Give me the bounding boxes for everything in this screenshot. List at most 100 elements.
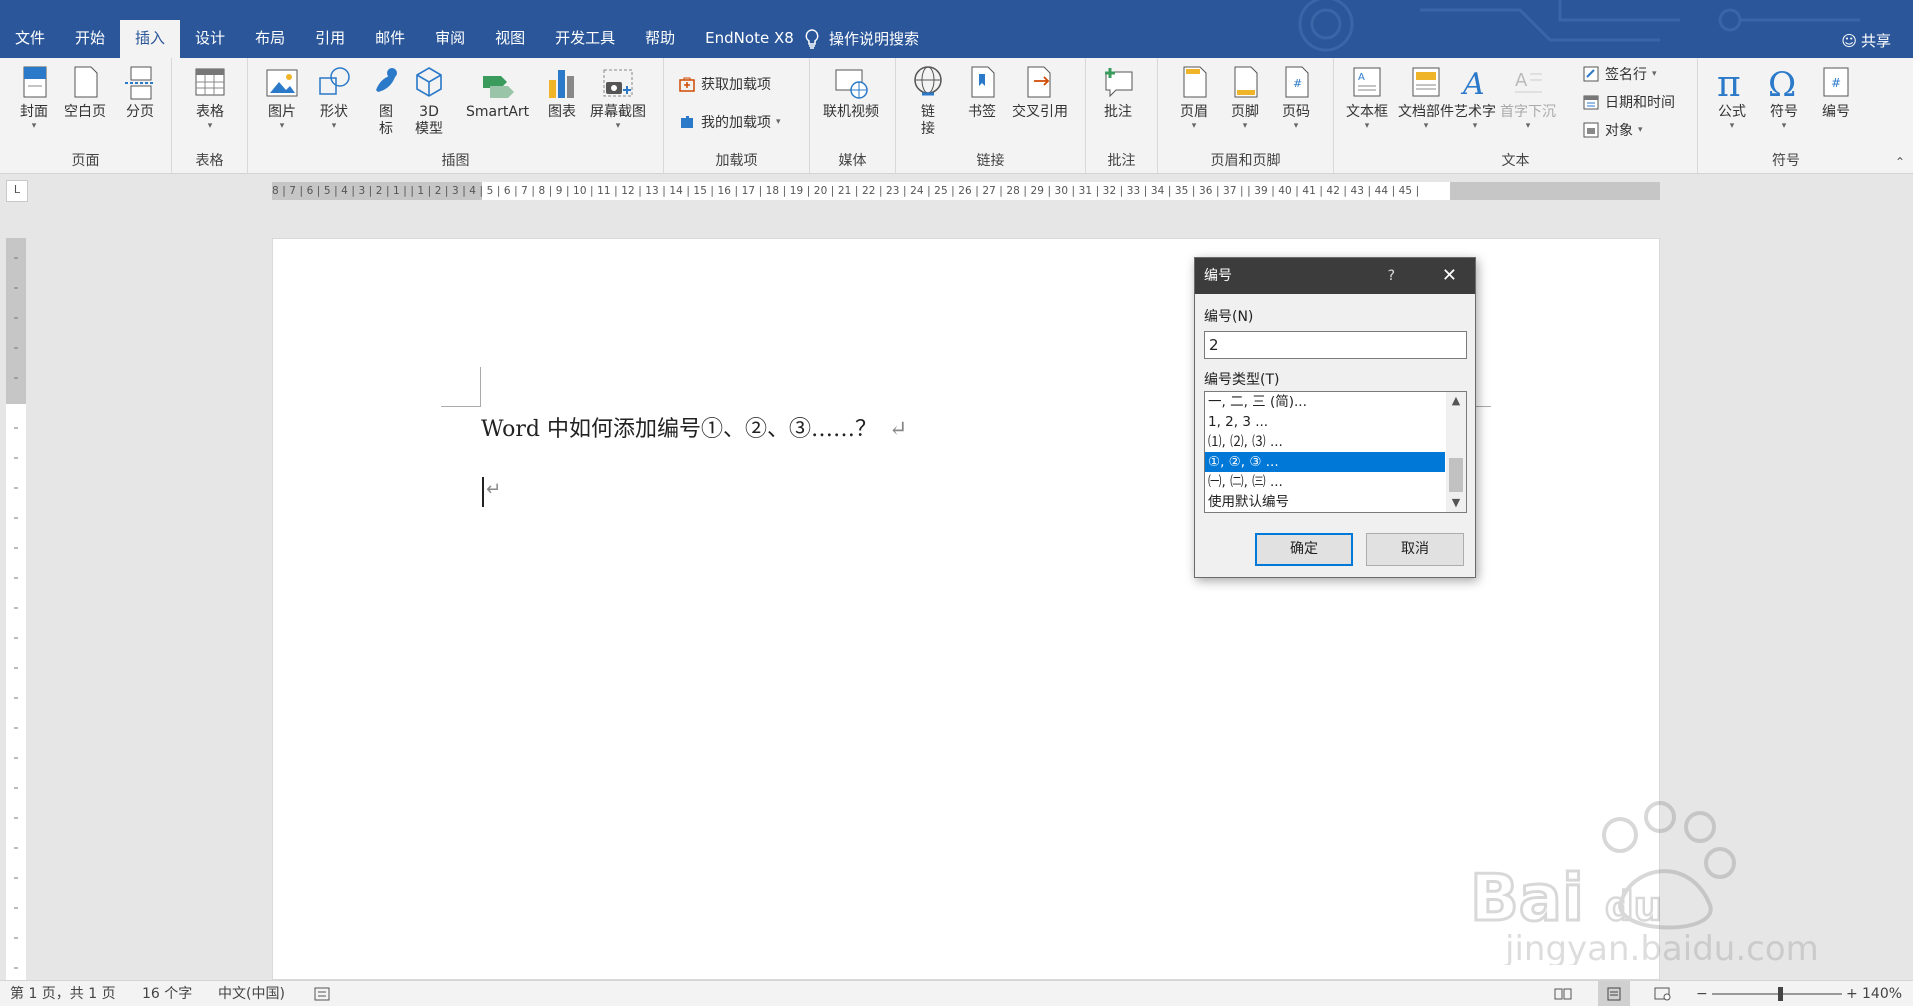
screenshot-label: 屏幕截图 (590, 104, 646, 120)
tab-selector[interactable]: L (6, 180, 28, 202)
number-input[interactable]: 2 (1204, 331, 1467, 359)
page-number-button[interactable]: # 页码 ▾ (1278, 64, 1314, 131)
status-bar: 第 1 页，共 1 页 16 个字 中文(中国) − + 140% (0, 980, 1913, 1006)
number-button[interactable]: # 编号 (1818, 64, 1854, 121)
tab-file[interactable]: 文件 (0, 20, 60, 58)
close-icon[interactable]: ✕ (1442, 258, 1457, 294)
comment-label: 批注 (1104, 104, 1132, 120)
print-layout-icon[interactable] (1598, 981, 1630, 1006)
zoom-in-icon[interactable]: + (1846, 981, 1858, 1006)
list-scrollbar[interactable]: ▲ ▼ (1446, 392, 1466, 512)
signature-icon (1583, 66, 1599, 82)
word-count[interactable]: 16 个字 (142, 981, 192, 1006)
dialog-title: 编号 (1204, 268, 1232, 284)
drop-cap-button[interactable]: A 首字下沉 ▾ (1500, 64, 1556, 131)
addin-puzzle-icon (681, 116, 693, 128)
picture-button[interactable]: 图片 ▾ (264, 64, 300, 131)
bookmark-icon (964, 64, 1000, 102)
smartart-button[interactable]: SmartArt (466, 64, 529, 121)
tab-help[interactable]: 帮助 (630, 20, 690, 58)
bookmark-button[interactable]: 书签 (964, 64, 1000, 121)
ok-button[interactable]: 确定 (1255, 533, 1353, 566)
pi-icon: π (1714, 64, 1750, 105)
quick-parts-button[interactable]: 文档部件 ▾ (1398, 64, 1454, 131)
icons-button[interactable]: 图标 (368, 64, 404, 138)
share-button[interactable]: ☺ 共享 (1841, 30, 1891, 51)
tab-review[interactable]: 审阅 (420, 20, 480, 58)
tab-home[interactable]: 开始 (60, 20, 120, 58)
ribbon: 封面 ▾ 空白页 分页 页面 表格 ▾ 表格 图片 ▾ 形状 ▾ 图标 3D模型… (0, 58, 1913, 174)
tab-view[interactable]: 视图 (480, 20, 540, 58)
list-item[interactable]: 1, 2, 3 ... (1205, 412, 1445, 432)
tab-endnote[interactable]: EndNote X8 (690, 20, 809, 58)
object-button[interactable]: 对象 ▾ (1582, 120, 1643, 140)
web-layout-icon[interactable] (1654, 981, 1672, 1006)
scroll-up-icon[interactable]: ▲ (1446, 392, 1466, 410)
page-count[interactable]: 第 1 页，共 1 页 (10, 981, 116, 1006)
screenshot-button[interactable]: 屏幕截图 ▾ (590, 64, 646, 131)
read-mode-icon[interactable] (1554, 981, 1572, 1006)
zoom-slider-thumb[interactable] (1778, 987, 1783, 1001)
tell-me-search[interactable]: 操作说明搜索 (805, 20, 919, 58)
language-indicator[interactable]: 中文(中国) (218, 981, 285, 1006)
collapse-ribbon-icon[interactable]: ⌃ (1895, 155, 1905, 169)
group-label-comments: 批注 (1107, 153, 1136, 169)
tab-developer[interactable]: 开发工具 (540, 20, 630, 58)
scroll-thumb[interactable] (1449, 458, 1463, 492)
page-break-button[interactable]: 分页 (122, 64, 158, 121)
group-label-tables: 表格 (195, 153, 224, 169)
cover-page-button[interactable]: 封面 ▾ (16, 64, 52, 131)
cross-reference-button[interactable]: 交叉引用 (1012, 64, 1068, 121)
list-item[interactable]: 一, 二, 三 (简)... (1205, 392, 1445, 412)
tab-references[interactable]: 引用 (300, 20, 360, 58)
symbol-button[interactable]: Ω 符号 ▾ (1766, 64, 1802, 131)
icons-icon (368, 64, 404, 102)
tab-mailings[interactable]: 邮件 (360, 20, 420, 58)
date-time-button[interactable]: 日期和时间 (1582, 92, 1675, 112)
horizontal-ruler[interactable]: 8 | 7 | 6 | 5 | 4 | 3 | 2 | 1 | | 1 | 2 … (272, 182, 1660, 200)
number-type-list[interactable]: 一, 二, 三 (简)... 1, 2, 3 ... ⑴, ⑵, ⑶ ... ①… (1204, 391, 1467, 513)
object-icon (1583, 122, 1599, 138)
macro-record-icon[interactable] (314, 981, 330, 1006)
tab-layout[interactable]: 布局 (240, 20, 300, 58)
document-text-line[interactable]: Word 中如何添加编号①、②、③……？ ↵ (481, 411, 907, 443)
shapes-button[interactable]: 形状 ▾ (316, 64, 352, 131)
number-field-label: 编号(N) (1204, 309, 1254, 325)
comment-button[interactable]: 批注 (1100, 64, 1136, 121)
online-video-button[interactable]: 联机视频 (823, 64, 879, 121)
signature-line-button[interactable]: 签名行 ▾ (1582, 64, 1657, 84)
list-item[interactable]: 使用默认编号 (1205, 492, 1445, 512)
zoom-level[interactable]: 140% (1862, 981, 1902, 1006)
list-item[interactable]: ㈠, ㈡, ㈢ ... (1205, 472, 1445, 492)
my-addins-button[interactable]: 我的加载项 ▾ (678, 112, 781, 132)
tab-insert[interactable]: 插入 (120, 20, 181, 58)
list-item-selected[interactable]: ①, ②, ③ ... (1205, 452, 1445, 472)
crop-mark-top-left (441, 367, 481, 407)
equation-button[interactable]: π 公式 ▾ (1714, 64, 1750, 131)
table-button[interactable]: 表格 ▾ (192, 64, 228, 131)
svg-text:du: du (1605, 884, 1662, 930)
smartart-label: SmartArt (466, 104, 530, 120)
dialog-title-bar[interactable]: 编号 ? ✕ (1195, 258, 1475, 294)
cancel-button[interactable]: 取消 (1366, 533, 1464, 566)
bookmark-label: 书签 (968, 104, 996, 120)
3d-models-button[interactable]: 3D模型 (411, 64, 447, 138)
table-label: 表格 (196, 104, 224, 120)
blank-page-button[interactable]: 空白页 (64, 64, 106, 121)
vruler-ticks (14, 257, 18, 969)
drop-cap-icon: A (1510, 64, 1546, 102)
help-button[interactable]: ? (1388, 258, 1395, 294)
vertical-ruler[interactable] (6, 238, 26, 980)
zoom-out-icon[interactable]: − (1696, 981, 1708, 1006)
footer-button[interactable]: 页脚 ▾ (1227, 64, 1263, 131)
scroll-down-icon[interactable]: ▼ (1446, 494, 1466, 512)
wordart-button[interactable]: A 艺术字 ▾ (1454, 64, 1496, 131)
link-button[interactable]: 链接 (910, 64, 946, 138)
tab-design[interactable]: 设计 (180, 20, 240, 58)
get-addins-button[interactable]: 获取加载项 (678, 74, 771, 94)
text-box-button[interactable]: A 文本框 ▾ (1346, 64, 1388, 131)
zoom-slider-track[interactable] (1712, 993, 1842, 995)
list-item[interactable]: ⑴, ⑵, ⑶ ... (1205, 432, 1445, 452)
chart-button[interactable]: 图表 (544, 64, 580, 121)
header-button[interactable]: 页眉 ▾ (1176, 64, 1212, 131)
